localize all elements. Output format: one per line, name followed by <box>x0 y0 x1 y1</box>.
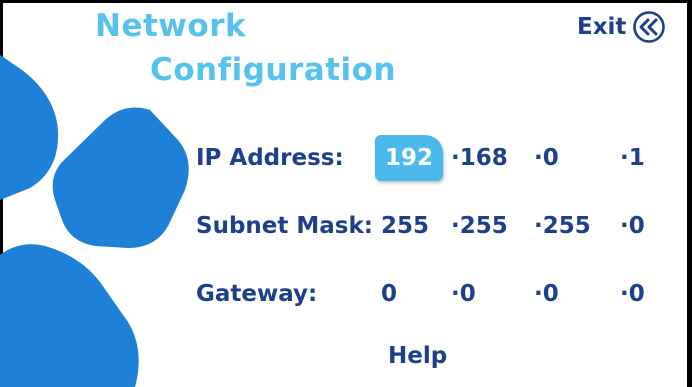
subnet-octet-1[interactable]: 255 <box>381 213 429 239</box>
network-configuration-screen: Network Configuration Exit IP Address: 1… <box>0 0 692 387</box>
decor-shape-bottom <box>0 244 139 387</box>
ip-address-label: IP Address: <box>196 145 344 171</box>
subnet-octet-2[interactable]: ·255 <box>451 213 508 239</box>
gateway-label: Gateway: <box>196 281 318 307</box>
subnet-mask-label: Subnet Mask: <box>196 213 373 239</box>
ip-octet-1[interactable]: 192 <box>375 135 444 181</box>
gateway-octet-3[interactable]: ·0 <box>534 281 559 307</box>
double-chevron-left-icon <box>633 11 666 43</box>
exit-label: Exit <box>577 14 627 40</box>
page-title-line1: Network <box>95 8 247 44</box>
right-border <box>687 0 692 387</box>
ip-octet-2[interactable]: ·168 <box>451 145 508 171</box>
gateway-octet-1[interactable]: 0 <box>381 281 397 307</box>
ip-octet-3[interactable]: ·0 <box>534 145 559 171</box>
decor-shape-top <box>0 55 59 200</box>
subnet-octet-3[interactable]: ·255 <box>534 213 591 239</box>
gateway-octet-2[interactable]: ·0 <box>451 281 476 307</box>
decor-shape-middle <box>52 107 189 249</box>
subnet-octet-4[interactable]: ·0 <box>620 213 645 239</box>
page-title-line2: Configuration <box>150 52 397 88</box>
help-button[interactable]: Help <box>388 343 447 369</box>
gateway-octet-4[interactable]: ·0 <box>620 281 645 307</box>
exit-button[interactable]: Exit <box>577 10 666 44</box>
ip-octet-4[interactable]: ·1 <box>620 145 645 171</box>
